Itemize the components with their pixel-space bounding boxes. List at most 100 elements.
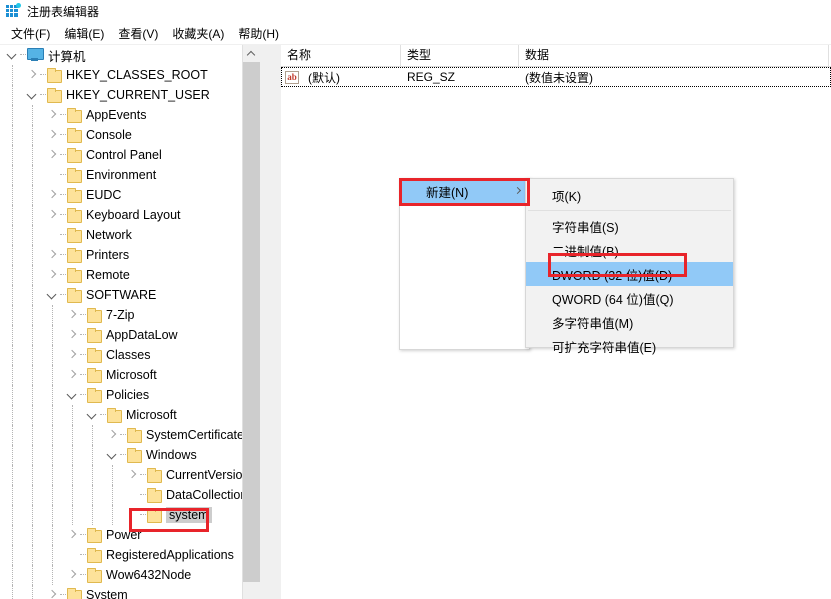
chevron-right-icon[interactable]	[124, 465, 140, 485]
menu-file[interactable]: 文件(F)	[4, 23, 57, 44]
tree-item-software[interactable]: SOFTWARE	[0, 285, 242, 305]
tree-item-control-panel[interactable]: Control Panel	[0, 145, 242, 165]
chevron-right-icon[interactable]	[44, 145, 60, 165]
tree-item-keyboard-layout[interactable]: Keyboard Layout	[0, 205, 242, 225]
tree-item-hkey-classes-root[interactable]: HKEY_CLASSES_ROOT	[0, 65, 242, 85]
chevron-right-icon	[513, 186, 522, 195]
tree-leaf-spacer	[64, 545, 80, 565]
tree-item-environment[interactable]: Environment	[0, 165, 242, 185]
scrollbar-thumb[interactable]	[243, 62, 260, 582]
tree-item-eudc[interactable]: EUDC	[0, 185, 242, 205]
tree-item-microsoft[interactable]: Microsoft	[0, 365, 242, 385]
table-row[interactable]: ab (默认) REG_SZ (数值未设置)	[281, 67, 831, 87]
folder-icon	[66, 108, 82, 123]
tree-item-label: RegisteredApplications	[106, 548, 234, 562]
tree-item-label: Printers	[86, 248, 130, 262]
menu-favorites[interactable]: 收藏夹(A)	[165, 23, 231, 44]
menu-separator	[528, 210, 731, 211]
tree-item-label: HKEY_CLASSES_ROOT	[66, 68, 208, 82]
submenu-item-key[interactable]: 项(K)	[526, 183, 733, 207]
column-header-0[interactable]: 名称	[281, 45, 401, 67]
tree-leaf-spacer	[44, 165, 60, 185]
context-submenu-new[interactable]: 项(K) 字符串值(S) 二进制值(B) DWORD (32 位)值(D) QWORD …	[525, 178, 734, 355]
tree-item-windows[interactable]: Windows	[0, 445, 242, 465]
folder-icon	[46, 68, 62, 83]
chevron-right-icon[interactable]	[44, 185, 60, 205]
tree-item--[interactable]: 计算机	[0, 45, 242, 65]
chevron-down-icon[interactable]	[104, 445, 120, 465]
submenu-item-dword-value[interactable]: DWORD (32 位)值(D)	[526, 262, 733, 286]
menu-bar: 文件(F) 编辑(E) 查看(V) 收藏夹(A) 帮助(H)	[0, 22, 831, 44]
chevron-down-icon[interactable]	[64, 385, 80, 405]
chevron-right-icon[interactable]	[64, 345, 80, 365]
menu-edit[interactable]: 编辑(E)	[57, 23, 111, 44]
tree-item-label: EUDC	[86, 188, 122, 202]
folder-icon	[146, 468, 162, 483]
list-rows[interactable]: ab (默认) REG_SZ (数值未设置)	[281, 67, 831, 87]
submenu-item-expandable-string-value[interactable]: 可扩充字符串值(E)	[526, 334, 733, 358]
submenu-item-multi-string-value[interactable]: 多字符串值(M)	[526, 310, 733, 334]
chevron-right-icon[interactable]	[44, 105, 60, 125]
tree-item-console[interactable]: Console	[0, 125, 242, 145]
chevron-right-icon[interactable]	[64, 325, 80, 345]
tree-item-power[interactable]: Power	[0, 525, 242, 545]
tree-item-printers[interactable]: Printers	[0, 245, 242, 265]
tree-item-label: 计算机	[48, 49, 86, 64]
tree-item-registeredapplications[interactable]: RegisteredApplications	[0, 545, 242, 565]
folder-icon	[66, 168, 82, 183]
menu-view[interactable]: 查看(V)	[111, 23, 165, 44]
menu-item-new[interactable]: 新建(N)	[400, 179, 529, 203]
chevron-right-icon[interactable]	[44, 245, 60, 265]
submenu-item-qword-value[interactable]: QWORD (64 位)值(Q)	[526, 286, 733, 310]
chevron-right-icon[interactable]	[64, 525, 80, 545]
tree-item-appevents[interactable]: AppEvents	[0, 105, 242, 125]
tree-item-label: Network	[86, 228, 132, 242]
chevron-right-icon[interactable]	[104, 425, 120, 445]
tree-item-currentversion[interactable]: CurrentVersion	[0, 465, 242, 485]
chevron-right-icon[interactable]	[44, 125, 60, 145]
chevron-right-icon[interactable]	[44, 205, 60, 225]
chevron-right-icon[interactable]	[44, 585, 60, 599]
registry-tree[interactable]: 计算机 HKEY_CLASSES_ROOT HKEY_CURRENT_USER App…	[0, 45, 242, 599]
tree-item-microsoft[interactable]: Microsoft	[0, 405, 242, 425]
tree-item-remote[interactable]: Remote	[0, 265, 242, 285]
column-header-2[interactable]: 数据	[519, 45, 829, 67]
tree-item-label: DataCollection	[166, 488, 242, 502]
chevron-right-icon[interactable]	[64, 365, 80, 385]
tree-item-system[interactable]: system	[0, 505, 242, 525]
submenu-item-binary-value[interactable]: 二进制值(B)	[526, 238, 733, 262]
window-title: 注册表编辑器	[27, 4, 100, 19]
menu-help[interactable]: 帮助(H)	[231, 23, 286, 44]
chevron-down-icon[interactable]	[44, 285, 60, 305]
registry-editor-window: 注册表编辑器 文件(F) 编辑(E) 查看(V) 收藏夹(A) 帮助(H) 计算机 HKE…	[0, 0, 831, 599]
scroll-up-arrow-icon[interactable]	[243, 45, 260, 62]
tree-item-policies[interactable]: Policies	[0, 385, 242, 405]
tree-item-system[interactable]: System	[0, 585, 242, 599]
chevron-right-icon[interactable]	[24, 65, 40, 85]
registry-tree-pane[interactable]: 计算机 HKEY_CLASSES_ROOT HKEY_CURRENT_USER App…	[0, 45, 258, 599]
tree-item-hkey-current-user[interactable]: HKEY_CURRENT_USER	[0, 85, 242, 105]
tree-item-label: SystemCertificates	[146, 428, 242, 442]
tree-item-network[interactable]: Network	[0, 225, 242, 245]
tree-item-classes[interactable]: Classes	[0, 345, 242, 365]
folder-icon	[86, 348, 102, 363]
context-menu[interactable]: 新建(N)	[399, 178, 530, 350]
tree-item-appdatalow[interactable]: AppDataLow	[0, 325, 242, 345]
chevron-right-icon[interactable]	[64, 305, 80, 325]
folder-icon	[86, 368, 102, 383]
chevron-right-icon[interactable]	[44, 265, 60, 285]
chevron-down-icon[interactable]	[24, 85, 40, 105]
column-header-1[interactable]: 类型	[401, 45, 519, 67]
tree-item-wow6432node[interactable]: Wow6432Node	[0, 565, 242, 585]
chevron-right-icon[interactable]	[64, 565, 80, 585]
tree-item-label: SOFTWARE	[86, 288, 157, 302]
tree-vertical-scrollbar[interactable]	[242, 45, 260, 599]
tree-item-systemcertificates[interactable]: SystemCertificates	[0, 425, 242, 445]
chevron-down-icon[interactable]	[4, 45, 20, 65]
menu-item-label: DWORD (32 位)值(D)	[552, 268, 673, 283]
ab-string-icon: ab	[285, 70, 299, 84]
tree-item-datacollection[interactable]: DataCollection	[0, 485, 242, 505]
chevron-down-icon[interactable]	[84, 405, 100, 425]
tree-item-7-zip[interactable]: 7-Zip	[0, 305, 242, 325]
submenu-item-string-value[interactable]: 字符串值(S)	[526, 214, 733, 238]
